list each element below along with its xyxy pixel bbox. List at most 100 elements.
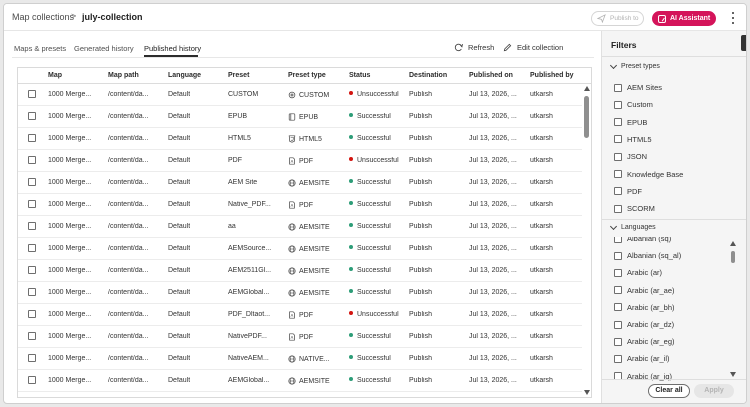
filter-option-preset-type[interactable]: JSON bbox=[614, 152, 647, 161]
filter-option-language[interactable]: Arabic (ar_eg) bbox=[614, 337, 675, 346]
preset-type-label: PDF bbox=[299, 157, 313, 165]
clear-all-button[interactable]: Clear all bbox=[648, 384, 690, 398]
published-history-table: Map Map path Language Preset Preset type… bbox=[17, 67, 592, 398]
column-header-preset[interactable]: Preset bbox=[228, 72, 249, 79]
row-checkbox[interactable] bbox=[28, 156, 36, 164]
row-checkbox[interactable] bbox=[28, 112, 36, 120]
row-checkbox[interactable] bbox=[28, 288, 36, 296]
filter-checkbox[interactable] bbox=[614, 83, 622, 92]
filter-checkbox[interactable] bbox=[614, 354, 622, 363]
filter-checkbox[interactable] bbox=[614, 152, 622, 161]
filter-option-language[interactable]: Albanian (sq_al) bbox=[614, 251, 681, 260]
refresh-icon bbox=[454, 43, 463, 52]
table-row[interactable]: 1000 Merge... /content/da... Default EPUB EP… bbox=[18, 106, 582, 128]
row-checkbox[interactable] bbox=[28, 244, 36, 252]
filter-option-preset-type[interactable]: HTML5 bbox=[614, 135, 652, 144]
column-header-map[interactable]: Map bbox=[48, 72, 62, 79]
filter-checkbox[interactable] bbox=[614, 170, 622, 178]
filter-option-preset-type[interactable]: PDF bbox=[614, 187, 642, 196]
scroll-up-icon[interactable] bbox=[584, 86, 590, 91]
scroll-thumb[interactable] bbox=[731, 251, 735, 263]
filter-option-language[interactable]: Arabic (ar_ae) bbox=[614, 286, 675, 295]
filter-option-language[interactable]: Arabic (ar_dz) bbox=[614, 320, 674, 329]
cell-destination: Publish bbox=[409, 377, 432, 384]
table-row[interactable]: 1000 Merge... /content/da... Default PDF_Dl… bbox=[18, 304, 582, 326]
cell-map: 1000 Merge... bbox=[48, 91, 92, 98]
status-label: Successful bbox=[357, 377, 391, 384]
tab-published-history[interactable]: Published history bbox=[144, 44, 201, 53]
cell-preset: PDF_Dltaot... bbox=[228, 311, 271, 318]
table-scrollbar[interactable] bbox=[583, 84, 591, 397]
pdf-icon bbox=[289, 311, 295, 319]
column-header-language[interactable]: Language bbox=[168, 72, 201, 79]
filter-checkbox[interactable] bbox=[614, 320, 622, 329]
column-header-preset-type[interactable]: Preset type bbox=[288, 72, 326, 79]
table-row[interactable]: 1000 Merge... /content/da... Default AEMGlo… bbox=[18, 370, 582, 392]
table-row[interactable]: 1000 Merge... /content/da... Default CUSTOM… bbox=[18, 84, 582, 106]
ai-assistant-button[interactable]: AI Assistant bbox=[652, 11, 716, 26]
filter-option-language[interactable]: Arabic (ar) bbox=[614, 268, 662, 277]
filter-option-language[interactable]: Albanian (sq) bbox=[614, 237, 671, 243]
filter-checkbox[interactable] bbox=[614, 118, 622, 127]
row-checkbox[interactable] bbox=[28, 222, 36, 230]
column-header-published-by[interactable]: Published by bbox=[530, 72, 574, 79]
languages-section-header[interactable]: Languages bbox=[609, 222, 656, 231]
filter-option-preset-type[interactable]: Custom bbox=[614, 100, 653, 109]
filter-checkbox[interactable] bbox=[614, 303, 622, 312]
cell-map: 1000 Merge... bbox=[48, 135, 92, 142]
filter-checkbox[interactable] bbox=[614, 251, 622, 260]
panel-toggle-handle[interactable] bbox=[741, 35, 746, 51]
more-options-icon[interactable] bbox=[729, 12, 737, 24]
filter-checkbox[interactable] bbox=[614, 187, 622, 196]
scroll-down-icon[interactable] bbox=[584, 390, 590, 395]
breadcrumb-parent[interactable]: Map collections bbox=[12, 12, 74, 22]
edit-collection-button[interactable]: Edit collection bbox=[503, 43, 563, 52]
tab-maps-presets[interactable]: Maps & presets bbox=[14, 44, 66, 53]
preset-types-section-header[interactable]: Preset types bbox=[609, 61, 660, 70]
table-row[interactable]: 1000 Merge... /content/da... Default Native… bbox=[18, 194, 582, 216]
refresh-button[interactable]: Refresh bbox=[454, 43, 494, 52]
table-row[interactable]: 1000 Merge... /content/da... Default AEM Si… bbox=[18, 172, 582, 194]
filter-option-preset-type[interactable]: AEM Sites bbox=[614, 83, 662, 92]
apply-button[interactable]: Apply bbox=[694, 384, 734, 398]
filter-option-preset-type[interactable]: EPUB bbox=[614, 118, 647, 127]
publish-to-button[interactable]: Publish to bbox=[591, 11, 644, 26]
table-row[interactable]: 1000 Merge... /content/da... Default AEM251… bbox=[18, 260, 582, 282]
row-checkbox[interactable] bbox=[28, 134, 36, 142]
filter-checkbox[interactable] bbox=[614, 268, 622, 277]
filter-option-preset-type[interactable]: Knowledge Base bbox=[614, 170, 683, 179]
table-row[interactable]: 1000 Merge... /content/da... Default Native… bbox=[18, 326, 582, 348]
row-checkbox[interactable] bbox=[28, 354, 36, 362]
row-checkbox[interactable] bbox=[28, 178, 36, 186]
filter-checkbox[interactable] bbox=[614, 337, 622, 346]
scroll-up-icon[interactable] bbox=[730, 241, 736, 246]
table-row[interactable]: 1000 Merge... /content/da... Default Native… bbox=[18, 348, 582, 370]
row-checkbox[interactable] bbox=[28, 332, 36, 340]
filter-checkbox[interactable] bbox=[614, 100, 622, 109]
row-checkbox[interactable] bbox=[28, 200, 36, 208]
filter-option-language[interactable]: Arabic (ar_bh) bbox=[614, 303, 675, 312]
table-row[interactable]: 1000 Merge... /content/da... Default aa AEMS… bbox=[18, 216, 582, 238]
row-checkbox[interactable] bbox=[28, 376, 36, 384]
column-header-map-path[interactable]: Map path bbox=[108, 72, 139, 79]
filter-option-preset-type[interactable]: SCORM bbox=[614, 204, 655, 213]
filter-checkbox[interactable] bbox=[614, 204, 622, 213]
tab-generated-history[interactable]: Generated history bbox=[74, 44, 134, 53]
filter-checkbox[interactable] bbox=[614, 135, 622, 144]
languages-scrollbar[interactable] bbox=[730, 241, 738, 377]
table-row[interactable]: 1000 Merge... /content/da... Default AEMSou… bbox=[18, 238, 582, 260]
row-checkbox[interactable] bbox=[28, 266, 36, 274]
column-header-published-on[interactable]: Published on bbox=[469, 72, 513, 79]
filter-checkbox[interactable] bbox=[614, 237, 622, 243]
column-header-destination[interactable]: Destination bbox=[409, 72, 447, 79]
table-row[interactable]: 1000 Merge... /content/da... Default PDF PDF… bbox=[18, 150, 582, 172]
filter-option-language[interactable]: Arabic (ar_il) bbox=[614, 354, 670, 363]
table-row[interactable]: 1000 Merge... /content/da... Default HTML5 H… bbox=[18, 128, 582, 150]
row-checkbox[interactable] bbox=[28, 90, 36, 98]
scroll-thumb[interactable] bbox=[584, 96, 589, 138]
table-row[interactable]: 1000 Merge... /content/da... Default AEMGlo… bbox=[18, 282, 582, 304]
scroll-down-icon[interactable] bbox=[730, 372, 736, 377]
column-header-status[interactable]: Status bbox=[349, 72, 370, 79]
row-checkbox[interactable] bbox=[28, 310, 36, 318]
filter-checkbox[interactable] bbox=[614, 286, 622, 295]
